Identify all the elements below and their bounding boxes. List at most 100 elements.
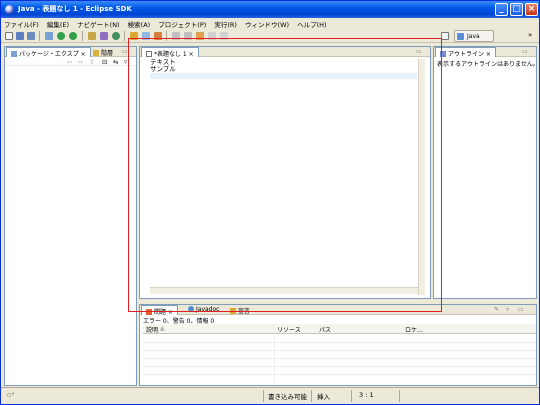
view-menu-icon[interactable]: ▿ [124,58,127,66]
table-row [143,343,536,351]
minimize-panel-icon[interactable]: ▭ [122,48,128,55]
eclipse-icon [5,5,14,14]
table-row [143,335,536,343]
tab-label: アウトライン [448,51,485,58]
up-icon[interactable]: ⇧ [89,58,94,66]
problems-icon [146,309,152,315]
pen-icon[interactable] [154,32,162,40]
status-writable: 書き込み可能 [268,393,307,401]
table-row [143,359,536,367]
back-icon[interactable]: ⇦ [67,58,72,66]
menu-help[interactable]: ヘルプ(H) [294,18,329,29]
minimize-panel-icon[interactable]: ▭ [518,306,524,313]
menu-search[interactable]: 検索(A) [125,18,154,29]
outline-header: アウトライン × ▭ [434,47,536,58]
hierarchy-icon [93,50,99,56]
current-line-highlight [150,73,417,79]
forward-icon[interactable]: ⇨ [78,58,83,66]
last-edit-location-icon[interactable] [196,32,204,40]
menu-bar: ファイル(F) 編集(E) ナビゲート(N) 検索(A) プロジェクト(P) 実… [1,18,539,29]
chevron-more-icon[interactable]: » [528,31,532,39]
close-button[interactable]: × [525,3,538,16]
tab-label: Javadoc [196,306,220,313]
package-explorer-toolbar: ⇦ ⇨ ⇧ ⊟ ⇆ ▿ [5,57,136,66]
back-icon[interactable] [208,32,216,40]
column-description[interactable]: 説明 [146,325,158,334]
new-class-icon[interactable] [112,32,120,40]
editor-header: *表題なし 1 × ▭ [140,47,430,58]
sort-ascending-icon: ▲ [160,325,165,332]
tab-package-explorer[interactable]: パッケージ・エクスプ × [6,47,91,58]
editor-text-area[interactable]: テキスト サンプル [150,59,176,73]
menu-file[interactable]: ファイル(F) [1,18,42,29]
editor-vertical-scrollbar[interactable] [418,59,425,295]
run-icon[interactable] [57,32,65,40]
tab-label: *表題なし 1 [154,51,187,58]
new-package-icon[interactable] [100,32,108,40]
menu-window[interactable]: ウィンドウ(W) [242,18,292,29]
tab-label: 階層 [101,50,114,57]
tab-label: 問題 [154,309,167,316]
tab-javadoc[interactable]: Javadoc [184,305,223,315]
toolbar-separator [39,31,40,41]
status-insert-mode: 挿入 [317,393,330,401]
window-title: Java - 表題なし 1 - Eclipse SDK [18,5,132,13]
package-explorer-panel: パッケージ・エクスプ × 階層 ▭ ⇦ ⇨ ⇧ ⊟ ⇆ ▿ [4,46,137,386]
status-bar: ▫° 書き込み可能 挿入 3 : 1 [1,387,539,404]
search-icon[interactable] [142,32,150,40]
fast-view-icon[interactable]: ▫° [7,391,15,399]
filter-icon[interactable]: ✎ [494,306,499,313]
java-perspective-button[interactable]: Java [454,30,494,42]
column-resource[interactable]: リソース [277,325,301,334]
table-row [143,367,536,375]
problems-table-body [143,335,536,385]
forward-icon[interactable] [220,32,228,40]
minimize-panel-icon[interactable]: ▭ [416,48,422,55]
tab-hierarchy[interactable]: 階層 [89,47,117,57]
external-tools-icon[interactable] [69,32,77,40]
problems-panel: 問題 × Javadoc 宣言 ✎ ▿ ▭ エラー 0、警告 0、情報 0 説明… [139,304,537,386]
tab-editor[interactable]: *表題なし 1 × [141,47,199,58]
open-perspective-icon[interactable] [441,32,449,40]
open-type-icon[interactable] [130,32,138,40]
status-cursor-position: 3 : 1 [359,391,374,399]
problems-table-header: 説明 ▲ リソース パス ロケ... [143,324,536,334]
new-java-project-icon[interactable] [88,32,96,40]
minimize-button[interactable]: _ [495,3,508,16]
print-icon[interactable] [27,32,35,40]
tab-declaration[interactable]: 宣言 [226,305,254,315]
menu-project[interactable]: プロジェクト(P) [155,18,209,29]
save-icon[interactable] [16,32,24,40]
new-icon[interactable] [5,32,13,40]
declaration-icon [230,308,236,314]
tab-label: 宣言 [238,308,251,315]
view-menu-icon[interactable]: ▿ [506,306,509,313]
previous-annotation-icon[interactable] [184,32,192,40]
outline-empty-message: 表示するアウトラインはありません。 [437,61,539,68]
maximize-button[interactable]: □ [510,3,523,16]
outline-panel: アウトライン × ▭ 表示するアウトラインはありません。 [433,46,539,299]
link-with-editor-icon[interactable]: ⇆ [113,58,118,66]
problems-header: 問題 × Javadoc 宣言 ✎ ▿ ▭ [140,305,536,316]
status-divider [311,390,312,402]
debug-icon[interactable] [45,32,53,40]
package-explorer-header: パッケージ・エクスプ × 階層 ▭ [5,47,136,58]
menu-navigate[interactable]: ナビゲート(N) [74,18,122,29]
tab-problems[interactable]: 問題 × [141,305,178,316]
table-row [143,351,536,359]
minimize-panel-icon[interactable]: ▭ [522,48,528,55]
text-file-icon [146,51,152,57]
column-divider [274,335,275,385]
editor-horizontal-scrollbar[interactable] [150,287,418,294]
title-bar[interactable]: Java - 表題なし 1 - Eclipse SDK _ □ × [1,1,539,18]
perspective-label: Java [467,33,480,40]
collapse-all-icon[interactable]: ⊟ [102,58,107,66]
menu-run[interactable]: 実行(R) [211,18,240,29]
toolbar-separator [166,31,167,41]
column-path[interactable]: パス [319,325,331,334]
status-divider [399,390,400,402]
tab-outline[interactable]: アウトライン × [435,47,496,58]
column-location[interactable]: ロケ... [405,325,423,334]
menu-edit[interactable]: 編集(E) [44,18,72,29]
next-annotation-icon[interactable] [172,32,180,40]
